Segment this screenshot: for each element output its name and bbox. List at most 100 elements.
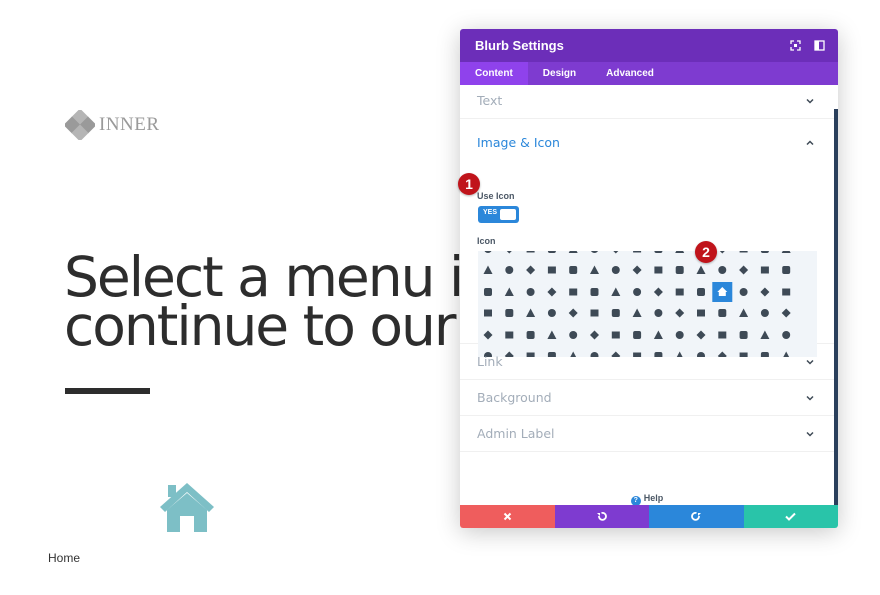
icon-option[interactable]	[611, 266, 620, 274]
icon-option[interactable]	[568, 251, 578, 253]
icon-option[interactable]	[569, 288, 578, 296]
icon-option[interactable]	[590, 265, 599, 275]
icon-option[interactable]	[654, 309, 663, 317]
modal-title: Blurb Settings	[475, 38, 564, 53]
icon-option[interactable]	[547, 266, 556, 274]
hero-line-2: continue to our v	[64, 294, 502, 351]
home-icon	[160, 483, 214, 532]
icon-option[interactable]	[484, 251, 492, 253]
icon-option[interactable]	[590, 288, 599, 296]
icon-option[interactable]	[718, 309, 727, 317]
section-admin-label[interactable]: Admin Label	[460, 416, 834, 452]
icon-option[interactable]	[654, 251, 663, 253]
fullscreen-icon[interactable]	[790, 40, 801, 51]
icon-option[interactable]	[526, 288, 535, 296]
icon-option[interactable]	[505, 331, 514, 339]
icon-option[interactable]	[590, 309, 599, 317]
icon-picker-grid[interactable]	[478, 251, 817, 357]
icon-option[interactable]	[697, 288, 705, 296]
icon-option[interactable]	[739, 251, 748, 253]
icon-option[interactable]	[547, 251, 556, 253]
icon-option[interactable]	[591, 251, 599, 253]
icon-option[interactable]	[760, 309, 769, 317]
icon-option[interactable]	[782, 331, 791, 339]
icon-option[interactable]	[611, 251, 620, 254]
modal-scrollbar[interactable]	[834, 109, 838, 505]
icon-option[interactable]	[632, 308, 642, 318]
icon-option[interactable]	[505, 251, 514, 254]
icon-option[interactable]	[675, 288, 684, 296]
icon-option[interactable]	[696, 330, 706, 340]
icon-option[interactable]	[633, 331, 642, 339]
chevron-down-icon	[806, 431, 814, 437]
section-text[interactable]: Text	[460, 85, 834, 119]
icon-picker-icons[interactable]	[478, 251, 817, 357]
icon-option[interactable]	[739, 308, 749, 318]
icon-option[interactable]	[526, 331, 535, 339]
icon-option[interactable]	[760, 266, 769, 274]
icon-option[interactable]	[611, 309, 620, 317]
icon-option[interactable]	[782, 266, 791, 274]
tab-advanced[interactable]: Advanced	[591, 62, 669, 85]
icon-option[interactable]	[760, 251, 769, 253]
save-button[interactable]	[743, 505, 838, 528]
icon-option[interactable]	[483, 330, 493, 340]
tab-content[interactable]: Content	[460, 62, 528, 85]
icon-option[interactable]	[781, 251, 791, 253]
icon-option-home-selected[interactable]	[712, 282, 733, 302]
icon-option[interactable]	[718, 331, 727, 339]
icon-option[interactable]	[526, 265, 536, 275]
icon-option[interactable]	[504, 287, 514, 297]
chevron-up-icon[interactable]	[806, 139, 814, 147]
icon-option[interactable]	[718, 266, 727, 274]
icon-option[interactable]	[760, 287, 770, 297]
undo-button[interactable]	[554, 505, 649, 528]
icon-option[interactable]	[547, 309, 556, 317]
icon-option[interactable]	[675, 331, 684, 339]
icon-option[interactable]	[739, 331, 748, 339]
icon-option[interactable]	[547, 287, 557, 297]
icon-option[interactable]	[483, 265, 493, 275]
icon-option[interactable]	[526, 308, 536, 318]
icon-option[interactable]	[484, 309, 492, 317]
icon-option[interactable]	[526, 251, 535, 253]
redo-button[interactable]	[649, 505, 744, 528]
icon-option[interactable]	[760, 330, 770, 340]
icon-option[interactable]	[569, 266, 578, 274]
icon-option[interactable]	[590, 330, 599, 340]
icon-option[interactable]	[505, 266, 514, 274]
icon-option[interactable]	[697, 309, 705, 317]
help-link[interactable]: ? Help	[460, 493, 834, 505]
icon-option[interactable]	[782, 288, 791, 296]
sidebar-icon[interactable]	[814, 40, 825, 51]
icon-option[interactable]	[718, 251, 727, 254]
discard-button[interactable]	[460, 505, 555, 528]
section-background[interactable]: Background	[460, 380, 834, 416]
icon-option[interactable]	[568, 308, 578, 318]
icon-option[interactable]	[739, 265, 749, 275]
icon-option[interactable]	[505, 309, 514, 317]
icon-option[interactable]	[569, 331, 578, 339]
home-label[interactable]: Home	[48, 551, 80, 565]
tab-design[interactable]: Design	[528, 62, 591, 85]
icon-option[interactable]	[547, 330, 557, 340]
icon-option[interactable]	[611, 331, 620, 339]
icon-option[interactable]	[484, 288, 492, 296]
icon-option[interactable]	[632, 265, 642, 275]
icon-option[interactable]	[653, 287, 663, 297]
icon-option[interactable]	[611, 287, 621, 297]
icon-option[interactable]	[653, 330, 663, 340]
icon-option[interactable]	[675, 266, 684, 274]
icon-option[interactable]	[675, 308, 685, 318]
icon-option[interactable]	[633, 288, 642, 296]
icon-option[interactable]	[739, 288, 748, 296]
icon-option[interactable]	[633, 251, 642, 253]
section-image-icon-title[interactable]: Image & Icon	[477, 135, 560, 150]
icon-option[interactable]	[781, 308, 791, 318]
icon-option[interactable]	[696, 265, 706, 275]
modal-header[interactable]: Blurb Settings	[460, 29, 838, 62]
section-link[interactable]: Link	[460, 344, 834, 380]
use-icon-toggle[interactable]: YES	[478, 206, 519, 223]
icon-option[interactable]	[654, 266, 663, 274]
icon-option[interactable]	[675, 251, 685, 253]
